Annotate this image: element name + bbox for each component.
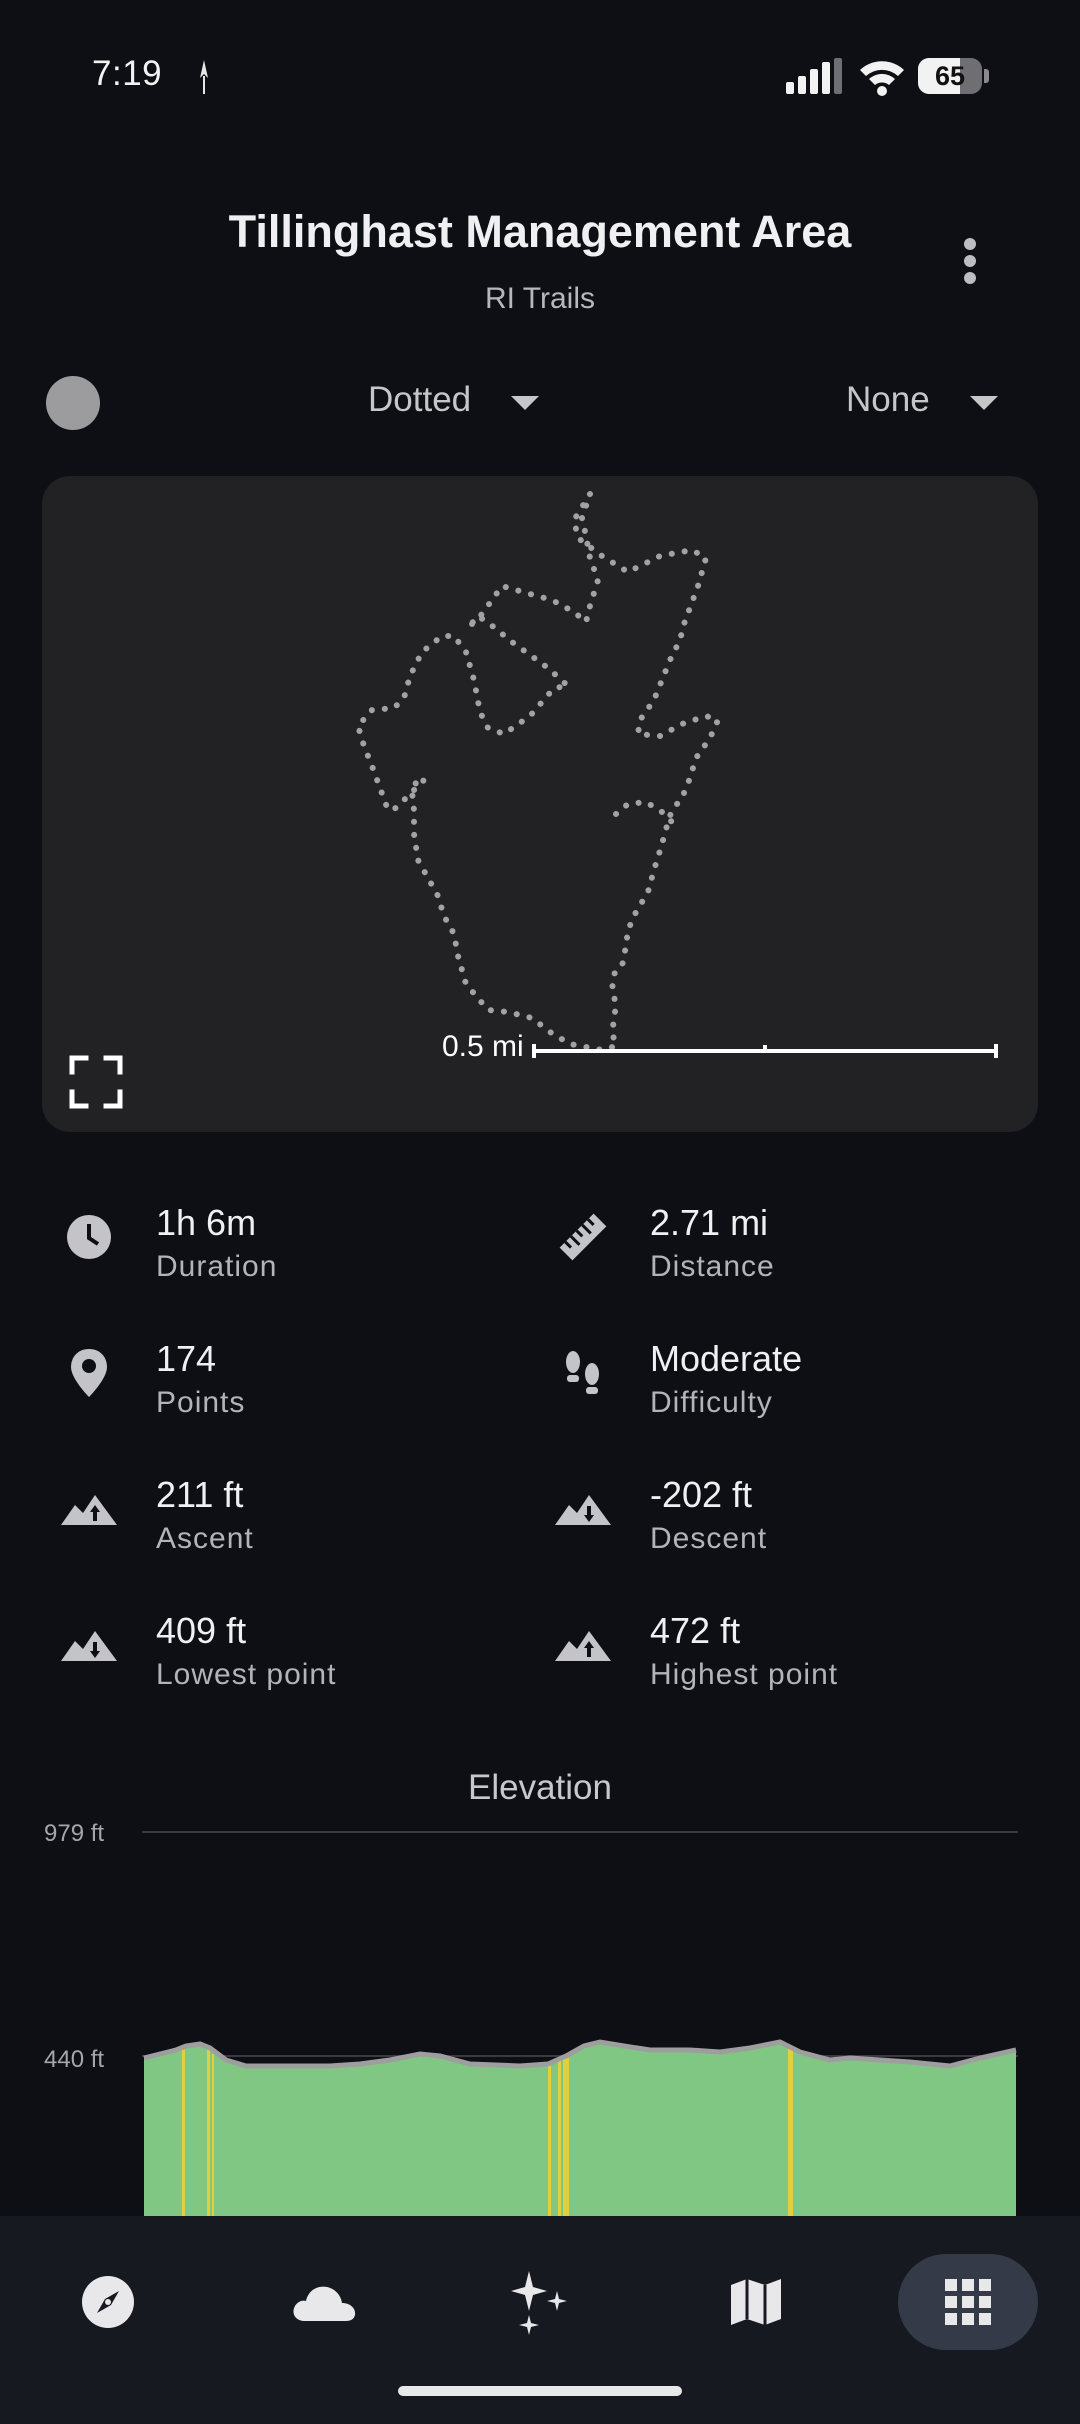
elevation-highlight: [212, 2054, 214, 2216]
nav-navigate[interactable]: [38, 2254, 178, 2350]
footprints-icon: [554, 1344, 612, 1402]
stat-descent: -202 ft Descent: [554, 1462, 1034, 1572]
elevation-highlight: [548, 2064, 551, 2216]
dropdown-arrow-icon: [511, 396, 540, 410]
nav-astronomy[interactable]: [470, 2254, 610, 2350]
elevation-highlight: [563, 2058, 569, 2216]
line-style-value: Dotted: [368, 380, 472, 419]
wifi-icon: [860, 61, 904, 96]
trail-path: [354, 492, 723, 1054]
elevation-highlight: [788, 2046, 793, 2216]
stat-lowest-point: 409 ft Lowest point: [60, 1598, 540, 1708]
difficulty-value: Moderate: [650, 1338, 803, 1379]
mountain-up-icon: [554, 1616, 612, 1674]
lowest-point-label: Lowest point: [156, 1658, 337, 1691]
stat-duration: 1h 6m Duration: [60, 1190, 540, 1300]
points-value: 174: [156, 1338, 217, 1379]
stat-points: 174 Points: [60, 1326, 540, 1436]
map-scale-label: 0.5 mi: [442, 1030, 524, 1063]
battery-indicator: 65: [918, 58, 990, 94]
mountain-down-icon: [60, 1616, 118, 1674]
ruler-icon: [554, 1208, 612, 1266]
fullscreen-icon[interactable]: [68, 1054, 124, 1110]
battery-cap: [984, 69, 989, 83]
line-style-dropdown[interactable]: Dotted: [368, 370, 540, 430]
descent-label: Descent: [650, 1522, 768, 1555]
trail-map[interactable]: 0.5 mi: [42, 476, 1038, 1132]
status-bar: 7:19 65: [0, 0, 1080, 150]
color-swatch-button[interactable]: [46, 376, 100, 430]
home-indicator[interactable]: [398, 2386, 682, 2396]
more-options-button[interactable]: [940, 226, 1000, 296]
cellular-signal-icon: [786, 58, 842, 94]
nav-maps[interactable]: [686, 2254, 826, 2350]
more-vert-icon: [964, 238, 976, 284]
overlay-dropdown[interactable]: None: [846, 370, 998, 430]
descent-value: -202 ft: [650, 1474, 753, 1515]
ascent-value: 211 ft: [156, 1474, 244, 1515]
distance-value: 2.71 mi: [650, 1202, 769, 1243]
stat-ascent: 211 ft Ascent: [60, 1462, 540, 1572]
stat-distance: 2.71 mi Distance: [554, 1190, 1034, 1300]
highest-point-value: 472 ft: [650, 1610, 741, 1651]
compass-icon: [82, 2276, 134, 2328]
page-subtitle: RI Trails: [484, 282, 595, 315]
ascent-label: Ascent: [156, 1522, 254, 1555]
stat-highest-point: 472 ft Highest point: [554, 1598, 1034, 1708]
screen: 7:19 65 Tillinghast Management Area RI T…: [0, 0, 1080, 2424]
elevation-highlight: [182, 2048, 185, 2216]
location-pin-icon: [60, 1344, 118, 1402]
difficulty-label: Difficulty: [650, 1386, 773, 1419]
grid-apps-icon: [945, 2279, 991, 2325]
page-title: Tillinghast Management Area: [228, 206, 852, 257]
nav-tools[interactable]: [898, 2254, 1038, 2350]
stat-difficulty: Moderate Difficulty: [554, 1326, 1034, 1436]
clock-icon: [60, 1208, 118, 1266]
dropdown-arrow-icon: [969, 396, 998, 410]
mountain-up-icon: [60, 1480, 118, 1538]
duration-value: 1h 6m: [156, 1202, 257, 1243]
cloud-icon: [293, 2286, 356, 2321]
status-time: 7:19: [92, 54, 163, 93]
map-scale-bar: [532, 1044, 998, 1058]
elevation-chart[interactable]: [0, 1800, 1080, 2216]
elevation-highlight: [558, 2060, 561, 2216]
lowest-point-value: 409 ft: [156, 1610, 247, 1651]
distance-label: Distance: [650, 1250, 775, 1283]
battery-level: 65: [934, 61, 966, 91]
duration-label: Duration: [156, 1250, 278, 1283]
mountain-down-icon: [554, 1480, 612, 1538]
sparkles-icon: [511, 2271, 567, 2335]
points-label: Points: [156, 1386, 246, 1419]
elevation-highlight: [207, 2050, 210, 2216]
highest-point-label: Highest point: [650, 1658, 839, 1691]
navigation-arrow-icon: [200, 60, 208, 94]
map-icon: [731, 2279, 781, 2325]
overlay-value: None: [846, 380, 930, 419]
battery-body: 65: [918, 58, 982, 94]
nav-weather[interactable]: [254, 2254, 394, 2350]
